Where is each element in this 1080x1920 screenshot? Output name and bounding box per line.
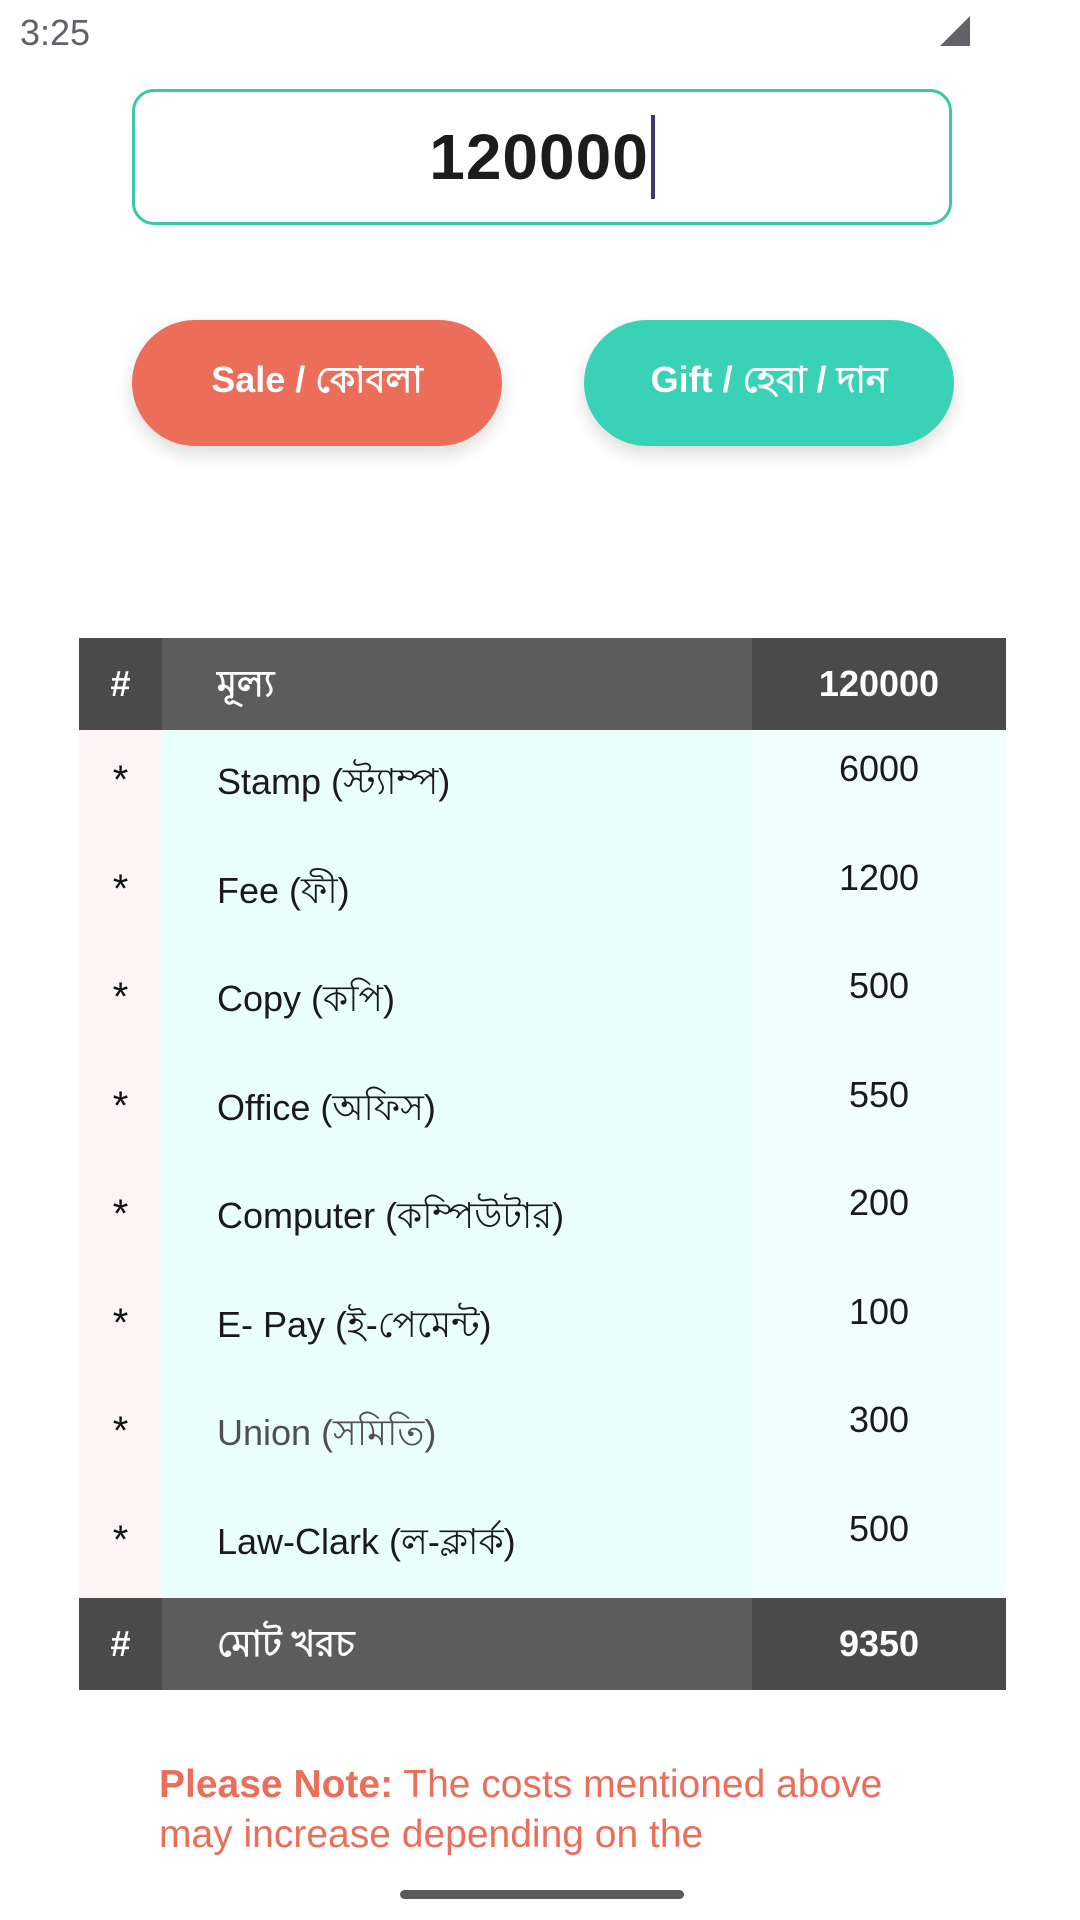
row-marker: * <box>79 1272 162 1381</box>
cost-table: # মূল্য 120000 * Stamp (স্ট্যাম্প) 6000 … <box>79 638 1006 1690</box>
footer-hash: # <box>79 1598 162 1690</box>
row-value: 500 <box>752 947 1006 1056</box>
row-value: 200 <box>752 1164 1006 1273</box>
header-hash: # <box>79 638 162 730</box>
sale-button-label: Sale / কোবলা <box>211 359 423 400</box>
amount-input-value[interactable]: 120000 <box>429 120 649 194</box>
table-row: * Stamp (স্ট্যাম্প) 6000 <box>79 730 1006 839</box>
row-value: 1200 <box>752 838 1006 947</box>
row-label: Law-Clark (ল-ক্লার্ক) <box>162 1489 752 1598</box>
row-label: Computer (কম্পিউটার) <box>162 1164 752 1273</box>
row-marker: * <box>79 838 162 947</box>
row-value: 550 <box>752 1055 1006 1164</box>
footer-total: 9350 <box>752 1598 1006 1690</box>
table-footer-row: # মোট খরচ 9350 <box>79 1598 1006 1690</box>
row-label: Copy (কপি) <box>162 947 752 1056</box>
row-marker: * <box>79 1381 162 1490</box>
row-label: Stamp (স্ট্যাম্প) <box>162 730 752 839</box>
row-label: E- Pay (ই-পেমেন্ট) <box>162 1272 752 1381</box>
row-label: Fee (ফী) <box>162 838 752 947</box>
row-value: 300 <box>752 1381 1006 1490</box>
row-marker: * <box>79 1164 162 1273</box>
status-time: 3:25 <box>20 12 91 53</box>
note-prefix: Please Note: <box>159 1763 394 1806</box>
table-row: * Office (অফিস) 550 <box>79 1055 1006 1164</box>
table-row: * Fee (ফী) 1200 <box>79 838 1006 947</box>
table-row: * E- Pay (ই-পেমেন্ট) 100 <box>79 1272 1006 1381</box>
status-bar: 3:25 <box>0 0 1080 66</box>
row-marker: * <box>79 1489 162 1598</box>
table-row: * Union (সমিতি) 300 <box>79 1381 1006 1490</box>
row-value: 6000 <box>752 730 1006 839</box>
cell-signal-icon <box>940 16 970 46</box>
header-value: 120000 <box>752 638 1006 730</box>
row-label: Office (অফিস) <box>162 1055 752 1164</box>
table-row: * Computer (কম্পিউটার) 200 <box>79 1164 1006 1273</box>
row-marker: * <box>79 947 162 1056</box>
row-marker: * <box>79 1055 162 1164</box>
header-label: মূল্য <box>162 638 752 730</box>
gift-button-label: Gift / হেবা / দান <box>650 359 888 400</box>
gift-button[interactable]: Gift / হেবা / দান <box>584 320 954 446</box>
gesture-nav-handle[interactable] <box>400 1890 684 1899</box>
row-marker: * <box>79 730 162 839</box>
table-row: * Law-Clark (ল-ক্লার্ক) 500 <box>79 1489 1006 1598</box>
row-value: 100 <box>752 1272 1006 1381</box>
sale-button[interactable]: Sale / কোবলা <box>132 320 502 446</box>
note-text: Please Note: The costs mentioned above m… <box>159 1760 939 1860</box>
amount-input[interactable]: 120000 <box>132 89 952 225</box>
footer-label: মোট খরচ <box>162 1598 752 1690</box>
row-label: Union (সমিতি) <box>162 1381 752 1490</box>
text-caret <box>650 115 655 199</box>
table-row: * Copy (কপি) 500 <box>79 947 1006 1056</box>
row-value: 500 <box>752 1489 1006 1598</box>
table-header-row: # মূল্য 120000 <box>79 638 1006 730</box>
